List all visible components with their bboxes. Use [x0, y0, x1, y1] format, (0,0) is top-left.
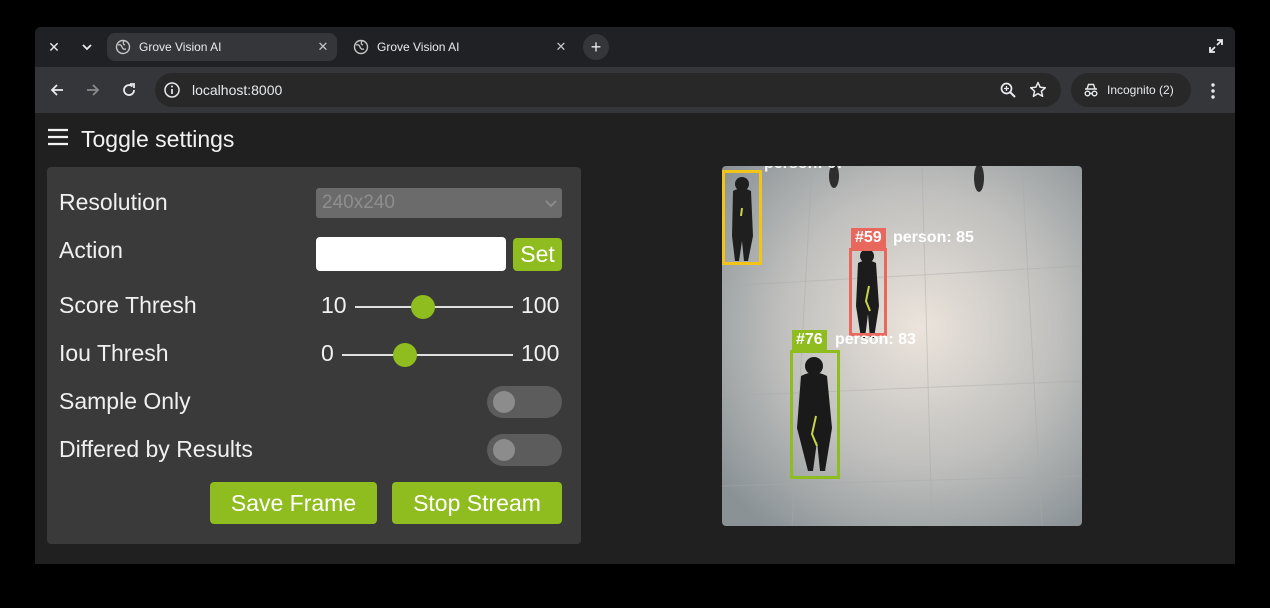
new-tab-button[interactable]: +	[583, 34, 609, 60]
tab-title: Grove Vision AI	[377, 40, 460, 54]
score-thresh-thumb[interactable]	[411, 295, 435, 319]
score-thresh-max: 100	[521, 292, 560, 318]
tab-close-icon[interactable]: ✕	[315, 33, 331, 61]
resolution-value: 240x240	[322, 192, 395, 213]
score-thresh-slider[interactable]	[355, 295, 513, 319]
chevron-down-icon	[545, 200, 557, 208]
action-label: Action	[59, 237, 123, 263]
globe-icon	[353, 39, 369, 55]
back-arrow-icon[interactable]	[47, 80, 67, 100]
incognito-icon	[1084, 83, 1098, 97]
tab-close-icon[interactable]: ✕	[553, 33, 569, 61]
iou-thresh-max: 100	[521, 340, 560, 366]
zoom-icon[interactable]	[999, 81, 1017, 99]
browser-window: ✕ Grove Vision AI ✕ Grove Vision AI ✕ +	[35, 27, 1235, 564]
site-info-icon[interactable]	[163, 81, 181, 99]
iou-thresh-thumb[interactable]	[393, 343, 417, 367]
score-thresh-label: Score Thresh	[59, 292, 197, 318]
iou-thresh-slider[interactable]	[342, 343, 513, 367]
more-menu-icon[interactable]	[1203, 81, 1223, 101]
tab-strip: ✕ Grove Vision AI ✕ Grove Vision AI ✕ +	[35, 27, 1235, 67]
camera-stream: person: 67 #59 person: 85 #76 person: 83	[722, 166, 1082, 526]
toggle-settings-button[interactable]: Toggle settings	[47, 125, 234, 153]
sample-only-toggle[interactable]	[487, 386, 562, 418]
bookmark-star-icon[interactable]	[1029, 81, 1047, 99]
page-content: Toggle settings Resolution 240x240 Actio…	[35, 113, 1235, 564]
iou-thresh-label: Iou Thresh	[59, 340, 169, 366]
tab-search-chevron-icon[interactable]	[75, 35, 99, 59]
toggle-settings-label: Toggle settings	[81, 126, 235, 152]
incognito-label: Incognito (2)	[1107, 83, 1174, 97]
globe-icon	[115, 39, 131, 55]
url-text[interactable]: localhost:8000	[192, 73, 282, 107]
sample-only-label: Sample Only	[59, 388, 191, 414]
stop-stream-button[interactable]: Stop Stream	[392, 482, 562, 524]
detection-label: person: 67	[764, 166, 845, 174]
address-bar[interactable]: localhost:8000	[155, 73, 1061, 107]
differed-by-results-toggle[interactable]	[487, 434, 562, 466]
iou-thresh-min: 0	[321, 340, 334, 366]
reload-icon[interactable]	[119, 80, 139, 100]
tab-grove-vision-2[interactable]: Grove Vision AI ✕	[345, 33, 575, 61]
score-thresh-min: 10	[321, 292, 347, 318]
detection-box	[790, 350, 840, 479]
set-button[interactable]: Set	[513, 238, 562, 271]
detection-id-tag: #59	[851, 228, 886, 248]
toggle-knob	[493, 439, 515, 461]
tab-title: Grove Vision AI	[139, 40, 222, 54]
settings-panel: Resolution 240x240 Action Set Score Thre…	[47, 167, 581, 544]
browser-toolbar: localhost:8000 Incognito (2)	[35, 67, 1235, 113]
differed-by-results-label: Differed by Results	[59, 436, 253, 462]
detection-label: person: 85	[893, 229, 974, 246]
detection-id-tag: #76	[792, 330, 827, 350]
resolution-select[interactable]: 240x240	[316, 188, 562, 218]
save-frame-button[interactable]: Save Frame	[210, 482, 377, 524]
hamburger-icon	[47, 125, 71, 153]
tab-grove-vision-1[interactable]: Grove Vision AI ✕	[107, 33, 337, 61]
detection-box	[722, 170, 762, 265]
incognito-badge[interactable]: Incognito (2)	[1071, 73, 1191, 107]
toggle-knob	[493, 391, 515, 413]
detection-label: person: 83	[835, 331, 916, 348]
resolution-label: Resolution	[59, 189, 168, 215]
close-window-icon[interactable]: ✕	[42, 35, 66, 59]
action-input[interactable]	[316, 237, 506, 271]
forward-arrow-icon[interactable]	[83, 80, 103, 100]
fullscreen-icon[interactable]	[1209, 39, 1223, 53]
detection-box	[849, 248, 887, 336]
